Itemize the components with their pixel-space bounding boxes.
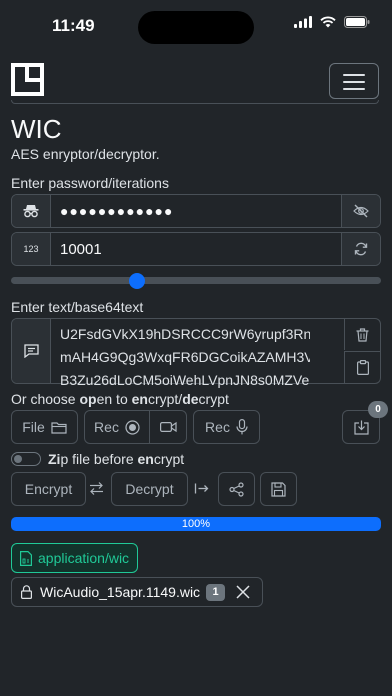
file-item: WicAudio_15apr.1149.wic 1 — [11, 577, 263, 607]
battery-icon — [344, 16, 370, 28]
save-button[interactable] — [260, 472, 297, 506]
choose-de: de — [182, 391, 199, 407]
download-icon — [353, 420, 369, 435]
file-binary-icon — [20, 550, 32, 566]
zip-rest1: file before — [68, 451, 138, 467]
choose-mid2: crypt/ — [147, 391, 183, 407]
mime-type-badge: application/wic — [11, 543, 139, 573]
app-logo-icon[interactable] — [11, 63, 44, 96]
share-button[interactable] — [218, 472, 255, 506]
page-subtitle: AES enryptor/decryptor. — [11, 146, 160, 162]
iterations-slider-thumb[interactable] — [129, 273, 145, 289]
choose-suffix: crypt — [198, 391, 229, 407]
iterations-input[interactable]: 10001 — [60, 233, 102, 265]
trash-icon — [356, 327, 369, 342]
hamburger-icon — [343, 74, 365, 76]
progress-bar: 100% — [11, 517, 381, 531]
status-bar: 11:49 — [0, 0, 392, 54]
choose-en: en — [131, 391, 148, 407]
choose-prefix: Or choose — [11, 391, 80, 407]
text-label: Enter text/base64text — [11, 299, 144, 315]
hamburger-icon-line — [343, 88, 365, 90]
camera-mode-button[interactable] — [149, 410, 187, 444]
iterations-addon: 123 — [12, 233, 51, 265]
arrow-bar-right-icon[interactable] — [194, 481, 209, 496]
password-input[interactable]: ●●●●●●●●●●●● — [60, 195, 173, 227]
floppy-disk-icon — [271, 481, 286, 497]
microphone-icon — [236, 419, 248, 435]
file-count-badge: 1 — [206, 583, 226, 601]
record-button[interactable]: Rec — [84, 410, 150, 444]
status-icons — [294, 16, 370, 28]
encrypt-button[interactable]: Encrypt — [11, 472, 86, 506]
reset-iterations-button[interactable] — [341, 233, 380, 265]
file-name: WicAudio_15apr.1149.wic — [40, 584, 201, 600]
lock-icon — [21, 585, 32, 599]
download-count-badge: 0 — [368, 401, 388, 418]
text-area[interactable]: U2FsdGVkX19hDSRCCC9rW6yrupf3RnT mAH4G9Qg… — [60, 323, 310, 392]
toggle-visibility-button[interactable] — [341, 195, 380, 227]
swap-arrows-icon[interactable] — [89, 481, 104, 496]
page-title: WIC — [11, 114, 62, 144]
open-file-button[interactable]: File — [11, 410, 78, 444]
zip-switch[interactable] — [11, 452, 41, 466]
record-audio-button[interactable]: Rec — [193, 410, 260, 444]
zip-en: en — [137, 451, 154, 467]
hamburger-icon-line — [343, 81, 365, 83]
text-line: U2FsdGVkX19hDSRCCC9rW6yrupf3RnT — [60, 326, 310, 342]
clear-text-button[interactable] — [344, 319, 380, 350]
collapsed-menu-edge — [11, 100, 379, 104]
password-label: Enter password/iterations — [11, 175, 169, 191]
wifi-icon — [320, 16, 336, 28]
zip-label: Zip file before encrypt — [48, 451, 184, 467]
text-addon — [12, 319, 51, 383]
clipboard-icon — [356, 360, 369, 375]
file-button-label: File — [22, 419, 45, 435]
text-line: mAH4G9Qg3WxqFR6DGCoikAZAMH3V — [60, 349, 310, 365]
refresh-icon — [354, 242, 368, 256]
paste-button[interactable] — [344, 351, 380, 383]
spy-icon — [12, 195, 51, 227]
text-line: B3Zu26dLoCM5oiWehLVpnJN8s0MZVe — [60, 372, 310, 388]
numbers-icon: 123 — [23, 244, 39, 254]
text-group: U2FsdGVkX19hDSRCCC9rW6yrupf3RnT mAH4G9Qg… — [11, 318, 381, 388]
chat-text-icon — [23, 344, 39, 358]
iterations-group: 123 10001 — [11, 232, 381, 266]
camera-video-icon — [159, 421, 177, 433]
close-icon[interactable] — [236, 585, 250, 599]
dynamic-island — [138, 11, 254, 44]
mime-type-label: application/wic — [38, 550, 130, 566]
record-button-label: Rec — [94, 419, 119, 435]
iterations-slider[interactable] — [11, 277, 381, 284]
password-group: ●●●●●●●●●●●● — [11, 194, 381, 228]
status-time: 11:49 — [52, 16, 95, 35]
record-circle-icon — [125, 419, 140, 435]
navbar — [0, 54, 392, 104]
zip-zi: Zi — [48, 451, 61, 467]
decrypt-button[interactable]: Decrypt — [111, 472, 188, 506]
eye-slash-icon — [353, 204, 369, 218]
signal-icon — [294, 16, 312, 28]
record-audio-label: Rec — [205, 419, 230, 435]
share-icon — [229, 481, 244, 497]
choose-hint: Or choose open to encrypt/decrypt — [11, 391, 229, 407]
zip-rest2: crypt — [153, 451, 185, 467]
choose-op: op — [79, 391, 97, 407]
menu-toggle-button[interactable] — [329, 63, 379, 99]
choose-mid1: en to — [96, 391, 132, 407]
folder-icon — [51, 421, 67, 434]
